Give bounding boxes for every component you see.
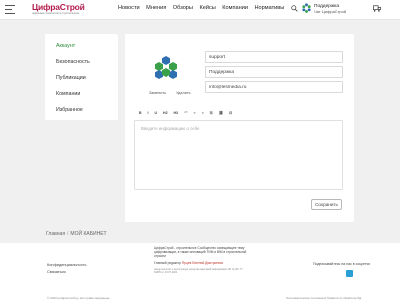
footer-about-text: ЦифраСтрой - строительное Сообщество осв… (154, 246, 247, 258)
delete-avatar-link[interactable]: Удалить (176, 91, 191, 95)
site-header: ЦифраСтрой цифровые технологии в строите… (0, 0, 400, 20)
footer-editor-name[interactable]: Ярцев Евгений Дмитриевич (182, 261, 223, 265)
footer-editor-prefix: Главный редактор (154, 261, 182, 265)
logo-subtitle: цифровые технологии в строительстве (32, 12, 80, 15)
nav-opinions[interactable]: Мнения (146, 5, 166, 12)
search-icon[interactable] (291, 5, 298, 12)
footer-about-block: ЦифраСтрой - строительное Сообщество осв… (154, 246, 249, 274)
breadcrumb: Главная / МОЙ КАБИНЕТ (46, 231, 107, 237)
sidebar-item-publications[interactable]: Публикации (45, 75, 118, 91)
username-field[interactable] (205, 51, 343, 63)
footer-contacts-link[interactable]: Связаться (47, 269, 66, 274)
sidebar-item-account[interactable]: Аккаунт (45, 43, 118, 59)
site-footer: Конфиденциальность Связаться © 2024 цифр… (0, 243, 400, 307)
telegram-icon[interactable] (346, 270, 353, 282)
h2-button[interactable]: H2 (163, 111, 167, 115)
avatar-actions: Заменить Удалить (149, 91, 201, 95)
h3-button[interactable]: H3 (174, 111, 178, 115)
breadcrumb-separator: / (67, 231, 69, 237)
sidebar-item-companies[interactable]: Компании (45, 91, 118, 107)
quote-icon[interactable]: “” (184, 111, 188, 115)
about-editor[interactable]: Введите информацию о себе (134, 120, 343, 190)
sidebar-item-favorites[interactable]: Избранное (45, 107, 118, 123)
support-subtitle: Чат ЦифраСтрой (314, 9, 347, 14)
breadcrumb-current: МОЙ КАБИНЕТ (70, 231, 107, 237)
menu-burger-icon[interactable] (5, 5, 15, 14)
profile-avatar (155, 56, 177, 79)
change-avatar-link[interactable]: Заменить (149, 91, 166, 95)
footer-copyright: © 2024 цифрастрой.ру, все права защищены (47, 296, 110, 300)
support-link[interactable]: Поддержка Чат ЦифраСтрой (314, 4, 346, 14)
footer-editor-line: Главный редактор Ярцев Евгений Дмитриеви… (154, 261, 249, 265)
editor-toolbar: B I U H2 H3 “” ≡ ≡ ☰ ⛓ ⊡ (139, 111, 238, 115)
nav-companies[interactable]: Компании (222, 5, 248, 12)
footer-registration-text: свидетельство о регистрации средства мас… (154, 268, 244, 274)
nav-news[interactable]: Новости (118, 5, 140, 12)
nav-cases[interactable]: Кейсы (199, 5, 215, 12)
sidebar-item-security[interactable]: Безопасность (45, 59, 118, 75)
save-button[interactable]: Сохранить (311, 199, 342, 210)
image-icon[interactable]: ⊡ (229, 111, 232, 115)
site-logo[interactable]: ЦифраСтрой цифровые технологии в строите… (32, 3, 86, 19)
email-field[interactable] (205, 81, 343, 93)
account-content: Заменить Удалить B I U H2 H3 “” ≡ ≡ ☰ ⛓ … (125, 34, 354, 222)
align-icon[interactable]: ☰ (210, 111, 213, 115)
footer-privacy-link[interactable]: Конфиденциальность (47, 262, 86, 267)
support-avatar-icon[interactable] (302, 3, 311, 13)
list-ordered-icon[interactable]: ≡ (194, 111, 196, 115)
cart-icon[interactable] (373, 5, 381, 12)
account-card: Аккаунт Безопасность Публикации Компании… (45, 34, 354, 222)
name-field[interactable] (205, 66, 343, 78)
breadcrumb-home[interactable]: Главная (46, 231, 65, 237)
italic-button[interactable]: I (148, 111, 149, 115)
underline-button[interactable]: U (155, 111, 158, 115)
bold-button[interactable]: B (139, 111, 142, 115)
editor-placeholder: Введите информацию о себе (141, 126, 200, 131)
account-sidebar: Аккаунт Безопасность Публикации Компании… (45, 34, 118, 120)
nav-norms[interactable]: Нормативы (254, 5, 284, 12)
nav-reviews[interactable]: Обзоры (173, 5, 193, 12)
link-icon[interactable]: ⛓ (219, 111, 223, 115)
logo-title: ЦифраСтрой (32, 2, 85, 12)
main-nav: Новости Мнения Обзоры Кейсы Компании Нор… (118, 5, 291, 12)
footer-credits[interactable]: Пользовательское соглашение Правила по о… (286, 296, 361, 300)
footer-subscribe-text: Подписывайтесь на нас в соцсетях (313, 262, 371, 266)
list-unordered-icon[interactable]: ≡ (202, 111, 204, 115)
